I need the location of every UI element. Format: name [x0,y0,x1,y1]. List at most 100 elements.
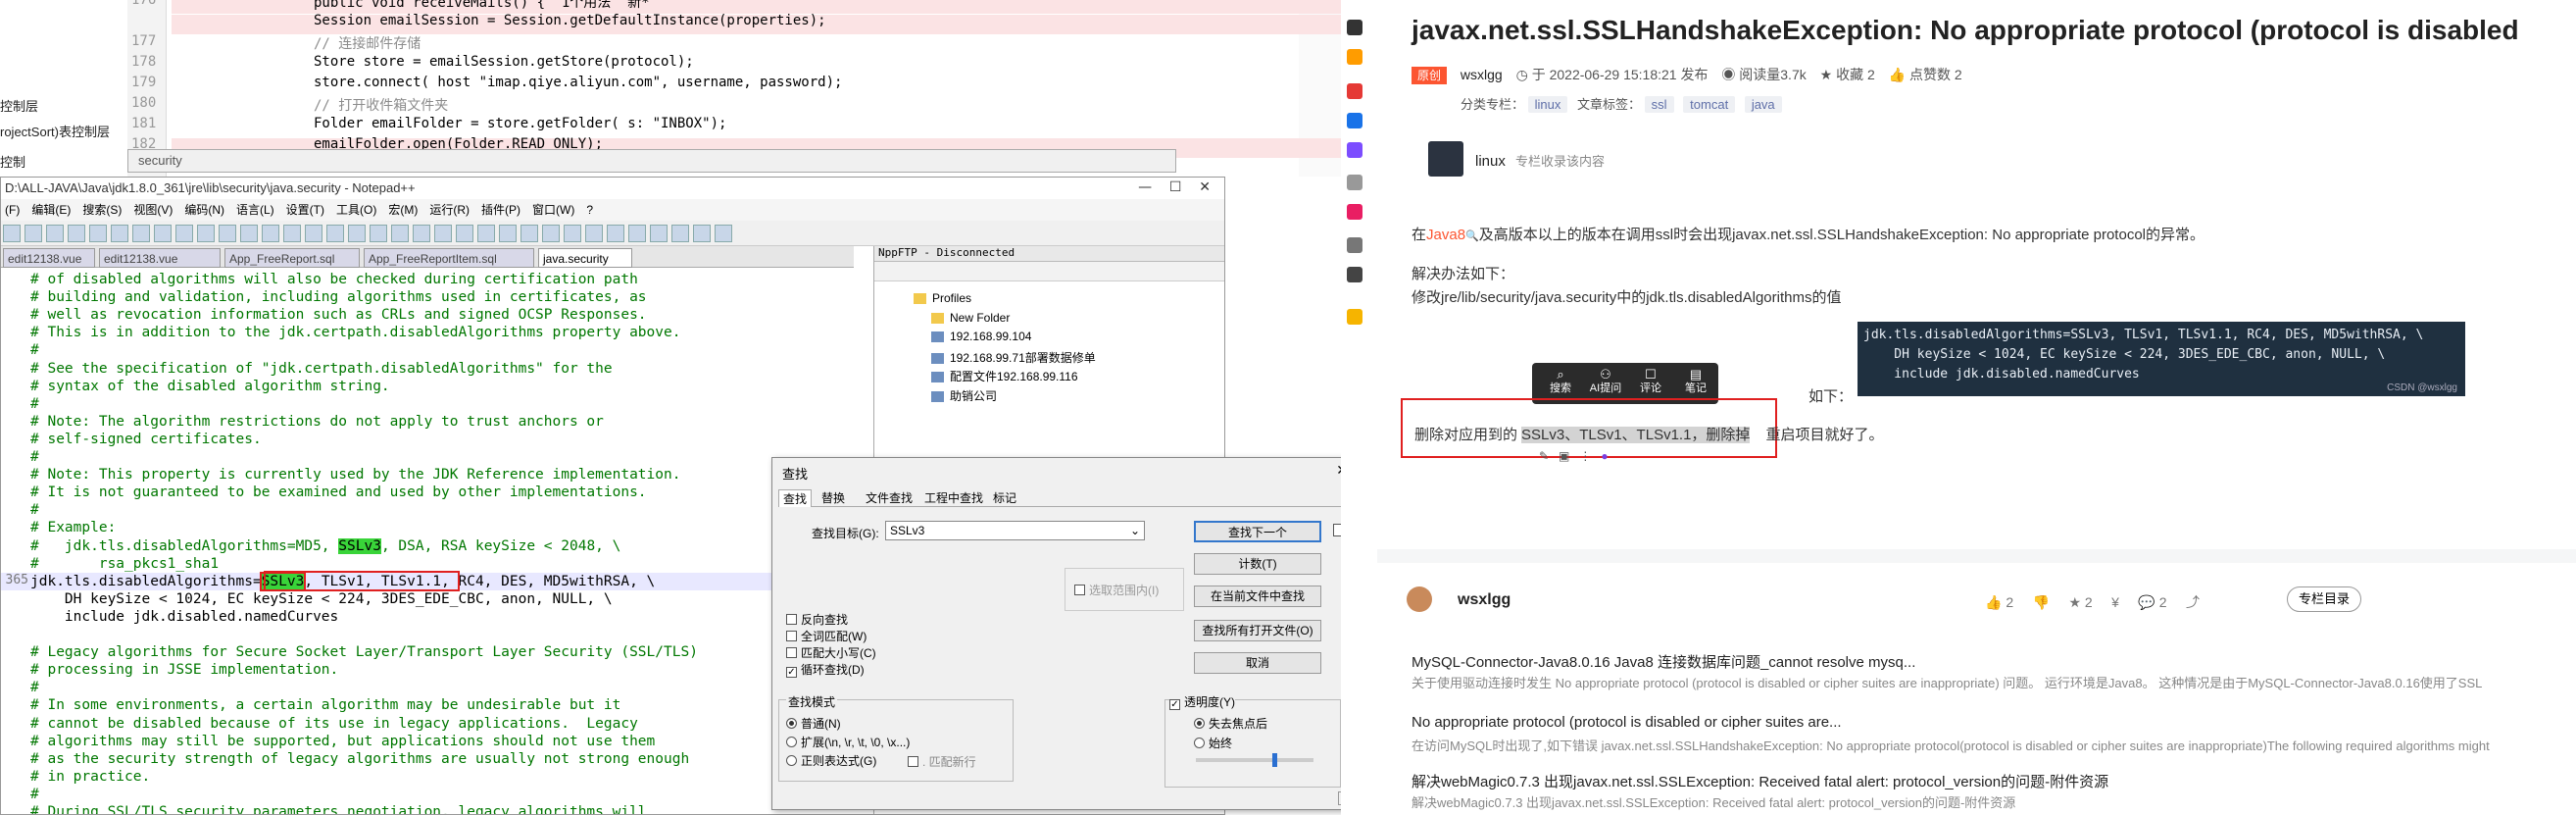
app-icon[interactable] [1347,142,1362,158]
toolbar-button[interactable] [499,225,517,242]
java8-link[interactable]: Java8 [1426,227,1465,243]
ftp-tree-item[interactable]: 192.168.99.104 [931,330,1031,343]
toolbar-button[interactable] [348,225,366,242]
search-mode-radio[interactable]: 普通(N) [786,715,841,732]
menu-item[interactable]: 编辑(E) [31,203,71,217]
code-editor[interactable]: # of disabled algorithms will also be ch… [1,268,775,814]
app-icon[interactable] [1347,113,1362,128]
ftp-tree-item[interactable]: 192.168.99.71部署数据修单 [931,349,1096,366]
selected-text[interactable]: SSLv3、TLSv1、TLSv1.1，删除掉 [1521,427,1751,443]
toolbar-button[interactable] [89,225,107,242]
tag-link[interactable]: tomcat [1683,96,1736,113]
toolbar-button[interactable] [326,225,344,242]
toolbar-button[interactable] [175,225,193,242]
popup-action[interactable]: ▤ 笔记 [1675,367,1716,396]
toolbar-button[interactable] [262,225,279,242]
menu-item[interactable]: (F) [5,203,20,217]
comment-icon[interactable]: 💬 [2138,594,2155,610]
find-option-checkbox[interactable]: 全词匹配(W) [786,628,867,644]
toolbar-button[interactable] [693,225,711,242]
toolbar-button[interactable] [715,225,732,242]
popup-action[interactable]: ⌕ 搜索 [1540,367,1581,396]
app-icon[interactable] [1347,204,1362,220]
thumb-icon[interactable]: 👍 [1985,594,2002,610]
find-option-checkbox[interactable]: 反向查找 [786,611,848,628]
toolbar-button[interactable] [391,225,409,242]
app-icon[interactable] [1347,175,1362,190]
menu-item[interactable]: ? [586,203,593,217]
trans-on-lose-focus-radio[interactable]: 失去焦点后 [1194,715,1267,732]
trans-always-radio[interactable]: 始终 [1194,735,1232,751]
find-tab[interactable]: 工程中查找 [920,489,987,506]
author-link[interactable]: wsxlgg [1461,67,1503,82]
dot-newline-checkbox[interactable]: . 匹配新行 [908,753,976,770]
toolbar-button[interactable] [46,225,64,242]
search-mode-radio[interactable]: 正则表达式(G) [786,752,876,769]
ftp-tree-item[interactable]: 配置文件192.168.99.116 [931,368,1078,384]
chevron-down-icon[interactable]: ⌄ [1130,522,1140,539]
toolbar-button[interactable] [607,225,624,242]
toolbar-button[interactable] [413,225,430,242]
avatar[interactable] [1407,586,1432,612]
menu-item[interactable]: 工具(O) [336,203,376,217]
toolbar-button[interactable] [305,225,322,242]
transparency-checkbox[interactable]: ✓ 透明度(Y) [1169,693,1235,710]
toolbar-button[interactable] [671,225,689,242]
column-cover-image[interactable] [1428,141,1463,177]
toolbar-button[interactable] [111,225,128,242]
column-card[interactable]: linux 专栏收录该内容 [1475,151,1605,170]
in-selection-checkbox[interactable]: 选取范围内(I) [1074,582,1159,598]
column-directory-button[interactable]: 专栏目录 [2287,586,2361,612]
find-option-checkbox[interactable]: 匹配大小写(C) [786,644,876,661]
cancel-button[interactable]: 取消 [1194,652,1321,674]
find-tab[interactable]: 文件查找 [862,489,916,506]
toolbar-button[interactable] [628,225,646,242]
file-tab[interactable]: java.security [538,248,632,268]
menu-item[interactable]: 运行(R) [429,203,470,217]
find-target-input[interactable]: SSLv3 ⌄ [885,521,1145,540]
ftp-tree-item[interactable]: 助销公司 [931,387,997,404]
toolbar-button[interactable] [477,225,495,242]
menu-item[interactable]: 视图(V) [133,203,173,217]
toolbar-button[interactable] [240,225,258,242]
find-in-current-button[interactable]: 在当前文件中查找 [1194,586,1321,607]
selection-tools[interactable]: ✎ ▣ ⋮ ● [1539,449,1609,463]
tag-link[interactable]: ssl [1644,96,1674,113]
toolbar-button[interactable] [564,225,581,242]
explorer-path-bar[interactable]: security [127,149,1176,173]
count-button[interactable]: 计数(T) [1194,553,1321,575]
find-tab[interactable]: 标记 [989,489,1020,506]
app-icon[interactable] [1347,49,1362,65]
slider-thumb[interactable] [1272,753,1277,767]
file-tab[interactable]: edit12138.vue [3,248,95,268]
footer-author[interactable]: wsxlgg [1458,591,1511,609]
menu-item[interactable]: 宏(M) [388,203,418,217]
toolbar-button[interactable] [370,225,387,242]
toolbar-button[interactable] [197,225,215,242]
ide-tree-item[interactable]: 控制层 [0,96,38,115]
app-icon[interactable] [1347,83,1362,99]
menu-item[interactable]: 语言(L) [236,203,274,217]
find-option-checkbox[interactable]: ✓ 循环查找(D) [786,661,865,678]
recommend-title[interactable]: No appropriate protocol (protocol is dis… [1412,714,1842,731]
file-tab[interactable]: edit12138.vue [99,248,221,268]
file-tab[interactable]: App_FreeReport.sql [224,248,360,268]
toolbar-button[interactable] [132,225,150,242]
ide-tree-item[interactable]: rojectSort)表控制层 [0,122,110,140]
find-tab[interactable]: 查找 [778,489,813,507]
pin-icon[interactable] [1347,20,1362,35]
footer-actions[interactable]: 👍 2 👎 ★ 2 ¥ 💬 2 ⤴ [1985,592,2200,612]
recommend-title[interactable]: MySQL-Connector-Java8.0.16 Java8 连接数据库问题… [1412,651,1915,672]
toolbar-button[interactable] [25,225,42,242]
popup-action[interactable]: ⚇ AI提问 [1585,367,1626,396]
search-mode-radio[interactable]: 扩展(\n, \r, \t, \0, \x...) [786,734,910,750]
toolbar-button[interactable] [585,225,603,242]
app-icon[interactable] [1347,267,1362,282]
toolbar-button[interactable] [219,225,236,242]
toolbar-button[interactable] [3,225,21,242]
window-controls[interactable]: — ☐ ✕ [1138,179,1211,195]
thumbdown-icon[interactable]: 👎 [2033,594,2050,610]
menu-item[interactable]: 编码(N) [184,203,224,217]
ftp-tree-item[interactable]: Profiles [914,291,971,305]
transparency-slider[interactable] [1196,753,1313,767]
